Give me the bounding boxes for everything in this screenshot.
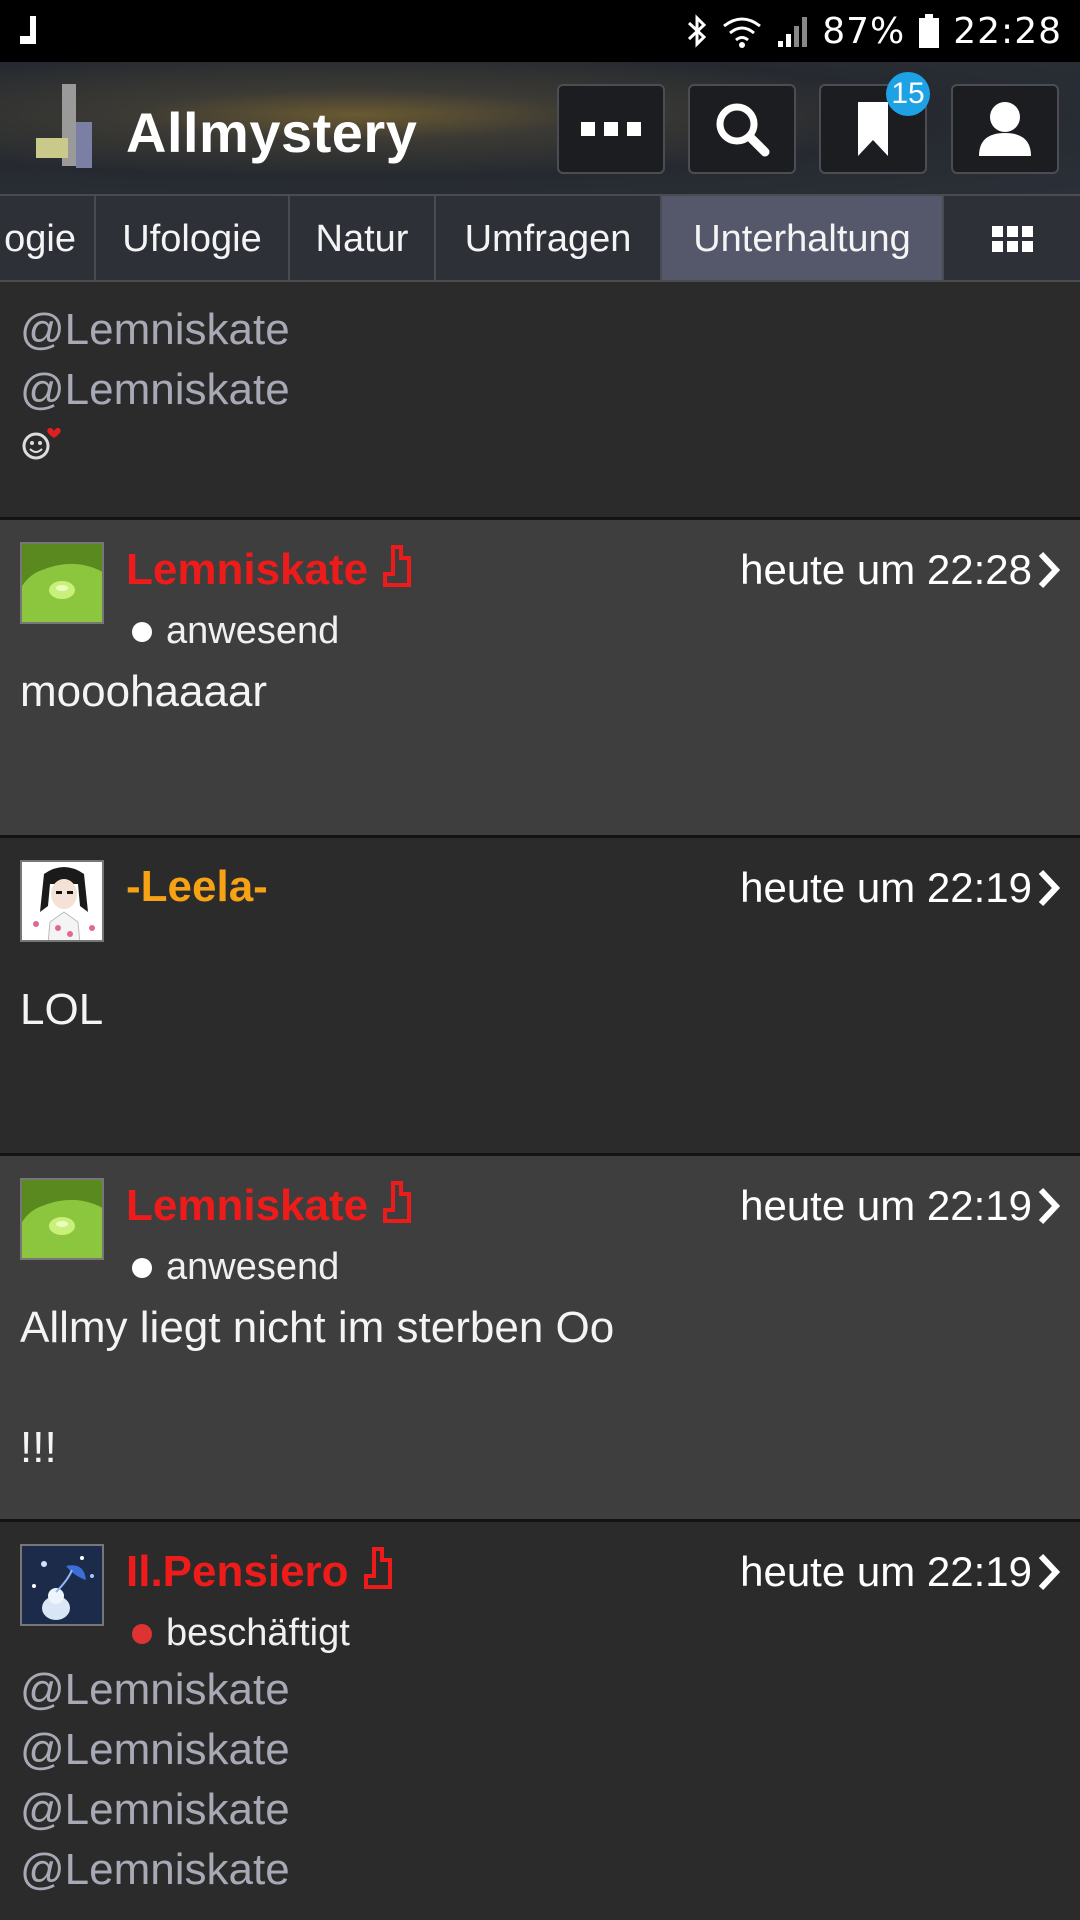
online-status: anwesend	[132, 610, 339, 653]
avatar[interactable]	[20, 1178, 104, 1260]
status-text: beschäftigt	[166, 1612, 350, 1654]
post-timestamp[interactable]: heute um 22:19	[740, 1548, 1032, 1596]
status-dot-icon	[132, 1257, 152, 1278]
chevron-right-icon[interactable]	[1036, 1552, 1062, 1592]
mention-link[interactable]: @Lemniskate	[20, 300, 290, 360]
battery-percent: 87%	[822, 10, 906, 52]
chevron-right-icon[interactable]	[1036, 868, 1062, 908]
category-tabs: ogie Ufologie Natur Umfragen Unterhaltun…	[0, 194, 1080, 282]
bookmark-icon	[858, 102, 888, 156]
avatar[interactable]	[20, 1544, 104, 1626]
online-status: anwesend	[132, 1246, 339, 1289]
post-username[interactable]: Il.Pensiero	[126, 1546, 393, 1597]
post-timestamp[interactable]: heute um 22:28	[740, 546, 1032, 594]
online-status: beschäftigt	[132, 1612, 350, 1655]
profile-button[interactable]	[951, 84, 1059, 174]
post-username[interactable]: Lemniskate	[126, 544, 412, 595]
grid-icon	[991, 226, 1033, 252]
status-bar: 87% 22:28	[0, 0, 1080, 62]
status-text: anwesend	[166, 1246, 340, 1288]
status-clock: 22:28	[953, 10, 1062, 52]
post: Lemniskate heute um 22:28 anwesend moooh…	[0, 520, 1080, 838]
signal-icon	[778, 17, 808, 47]
status-dot-icon	[132, 621, 152, 642]
mention-link[interactable]: @Lemniskate	[20, 1780, 290, 1840]
post: Il.Pensiero heute um 22:19 beschäftigt @…	[0, 1522, 1080, 1920]
tab-ufologie[interactable]: Ufologie	[96, 196, 290, 280]
chevron-right-icon[interactable]	[1036, 550, 1062, 590]
avatar[interactable]	[20, 542, 104, 624]
chevron-right-icon[interactable]	[1036, 1186, 1062, 1226]
allmystery-notification-icon	[20, 16, 36, 44]
post-message-line: Allmy liegt nicht im sterben Oo	[20, 1303, 615, 1352]
post-username[interactable]: Lemniskate	[126, 1180, 412, 1231]
search-icon	[716, 103, 770, 157]
post-timestamp[interactable]: heute um 22:19	[740, 1182, 1032, 1230]
tab-partial[interactable]: ogie	[0, 196, 96, 280]
bookmark-count-badge: 15	[886, 72, 930, 116]
tab-natur[interactable]: Natur	[290, 196, 436, 280]
post-message: @Lemniskate @Lemniskate @Lemniskate @Lem…	[20, 1660, 290, 1900]
username-text: Il.Pensiero	[126, 1547, 349, 1596]
allmystery-member-icon	[363, 1547, 392, 1589]
post: @Lemniskate @Lemniskate	[0, 282, 1080, 520]
search-button[interactable]	[688, 84, 796, 174]
mention-link[interactable]: @Lemniskate	[20, 360, 290, 420]
allmystery-member-icon	[383, 545, 412, 587]
more-icon	[581, 122, 641, 136]
smiley-heart-icon	[22, 427, 61, 460]
status-dot-icon	[132, 1623, 152, 1644]
wifi-icon	[723, 17, 762, 48]
battery-icon	[919, 14, 940, 48]
mention-link[interactable]: @Lemniskate	[20, 1840, 290, 1900]
post-message: LOL	[20, 985, 104, 1034]
post-message-line: !!!	[20, 1423, 57, 1472]
username-text: Lemniskate	[126, 545, 369, 594]
mention-link[interactable]: @Lemniskate	[20, 1660, 290, 1720]
app-title[interactable]: Allmystery	[126, 100, 417, 165]
post: Lemniskate heute um 22:19 anwesend Allmy…	[0, 1156, 1080, 1522]
username-text: Lemniskate	[126, 1181, 369, 1230]
post-message: mooohaaaar	[20, 667, 268, 716]
avatar[interactable]	[20, 860, 104, 942]
bluetooth-icon	[688, 14, 707, 48]
profile-icon	[979, 102, 1031, 156]
post-username[interactable]: -Leela-	[126, 862, 268, 912]
all-categories-button[interactable]	[944, 196, 1080, 280]
allmystery-member-icon	[383, 1181, 412, 1223]
mention-link[interactable]: @Lemniskate	[20, 1720, 290, 1780]
tab-umfragen[interactable]: Umfragen	[436, 196, 662, 280]
allmystery-logo[interactable]	[34, 82, 98, 174]
post-timestamp[interactable]: heute um 22:19	[740, 864, 1032, 912]
tab-unterhaltung[interactable]: Unterhaltung	[662, 196, 944, 280]
post: -Leela- heute um 22:19 LOL	[0, 838, 1080, 1156]
more-button[interactable]	[557, 84, 665, 174]
status-text: anwesend	[166, 610, 340, 652]
post-message: @Lemniskate @Lemniskate	[20, 300, 290, 467]
